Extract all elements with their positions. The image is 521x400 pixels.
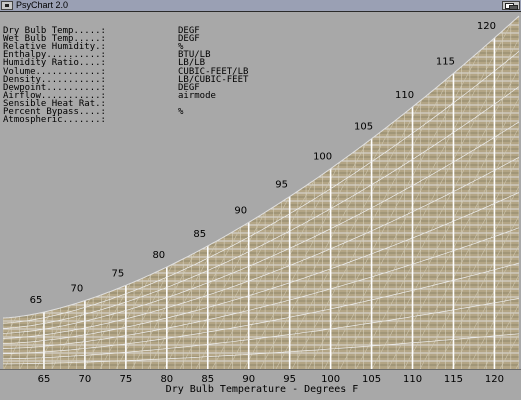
x-tick-label: 105 [362,374,381,385]
saturation-label: 100 [313,152,332,163]
saturation-label: 75 [111,268,124,279]
readout-value: LB/LB [178,58,206,68]
x-axis-label: Dry Bulb Temperature - Degrees F [166,384,359,395]
saturation-label: 85 [193,229,206,240]
saturation-label: 105 [354,122,373,133]
readout-value: % [178,107,184,117]
x-tick-label: 115 [444,374,463,385]
saturation-label: 95 [275,180,288,191]
x-tick-label: 70 [79,374,92,385]
app-window: PsyChart 2.0 65 70 75 80 85 90 95 100 105 110 115 1… [0,0,521,400]
saturation-label: 80 [152,250,165,261]
x-tick-label: 120 [485,374,504,385]
saturation-label: 115 [436,56,455,67]
readout-label: Atmospheric.......: [3,115,106,125]
saturation-label: 120 [477,21,496,32]
saturation-label: 65 [30,295,43,306]
x-tick-label: 65 [38,374,51,385]
x-tick-label: 110 [403,374,422,385]
saturation-label: 110 [395,90,414,101]
readout-label: Humidity Ratio....: [3,58,106,68]
readout-value: airmode [178,91,216,101]
x-tick-label: 75 [119,374,132,385]
saturation-label: 70 [71,284,84,295]
saturation-label: 90 [234,205,247,216]
